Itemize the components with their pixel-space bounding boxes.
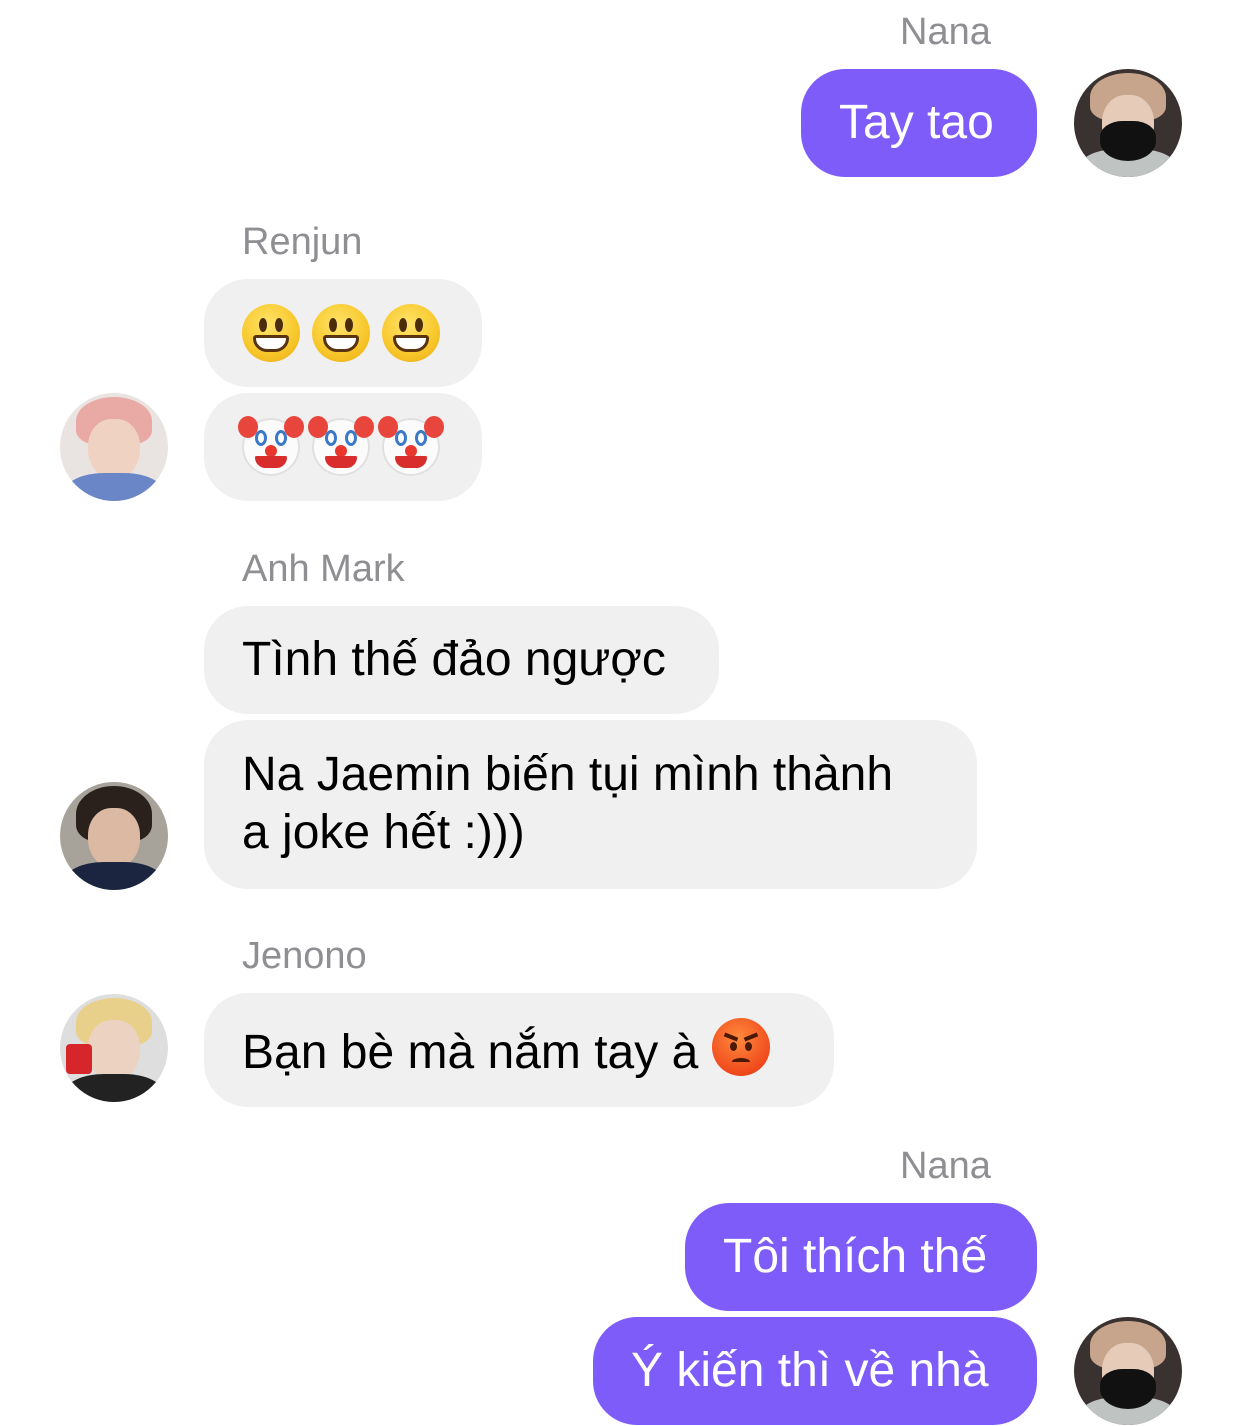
avatar-nana[interactable] xyxy=(1074,69,1182,177)
message-text-line: a joke hết :))) xyxy=(242,806,525,859)
message-text: Ý kiến thì về nhà xyxy=(631,1344,989,1397)
avatar-anh-mark[interactable] xyxy=(60,782,168,890)
message-bubble-outgoing[interactable]: Tay tao xyxy=(801,69,1037,177)
clown-face-icon xyxy=(238,416,304,476)
sender-name-jenono: Jenono xyxy=(242,935,367,977)
grinning-face-icon xyxy=(382,304,440,362)
clown-face-icon xyxy=(308,416,374,476)
sender-name-nana: Nana xyxy=(900,11,991,53)
avatar-jenono[interactable] xyxy=(60,994,168,1102)
angry-face-icon xyxy=(712,1018,771,1076)
message-text: Tôi thích thế xyxy=(723,1230,988,1283)
message-bubble-incoming[interactable] xyxy=(204,279,482,387)
grinning-face-icon xyxy=(242,304,300,362)
message-bubble-outgoing[interactable]: Tôi thích thế xyxy=(685,1203,1037,1311)
message-text-line: Na Jaemin biến tụi mình thành xyxy=(242,748,894,801)
message-bubble-outgoing[interactable]: Ý kiến thì về nhà xyxy=(593,1317,1037,1425)
clown-face-icon xyxy=(378,416,444,476)
message-text: Bạn bè mà nắm tay à xyxy=(242,1026,699,1079)
message-bubble-incoming[interactable]: Na Jaemin biến tụi mình thành a joke hết… xyxy=(204,720,977,889)
avatar-renjun[interactable] xyxy=(60,393,168,501)
message-text: Tình thế đảo ngược xyxy=(242,633,666,686)
sender-name-nana: Nana xyxy=(900,1145,991,1187)
message-bubble-incoming[interactable]: Bạn bè mà nắm tay à xyxy=(204,993,834,1107)
message-bubble-incoming[interactable]: Tình thế đảo ngược xyxy=(204,606,719,714)
avatar-nana[interactable] xyxy=(1074,1317,1182,1425)
message-bubble-incoming[interactable] xyxy=(204,393,482,501)
sender-name-renjun: Renjun xyxy=(242,221,363,263)
message-text: Tay tao xyxy=(839,96,994,149)
grinning-face-icon xyxy=(312,304,370,362)
sender-name-anh-mark: Anh Mark xyxy=(242,548,405,590)
